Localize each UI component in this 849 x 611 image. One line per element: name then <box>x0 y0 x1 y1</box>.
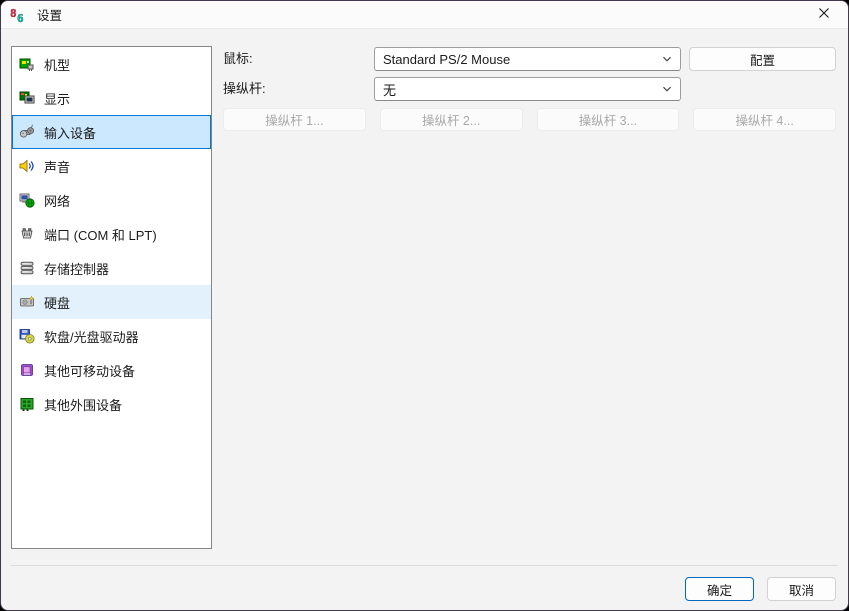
sidebar-item-label: 机型 <box>44 55 70 74</box>
close-button[interactable] <box>802 1 846 28</box>
sidebar-item-label: 网络 <box>44 191 70 210</box>
sidebar-item-floppy-cd[interactable]: 软盘/光盘驱动器 <box>12 319 211 353</box>
category-list: 机型 显示 <box>11 46 212 549</box>
mouse-select[interactable]: Standard PS/2 Mouse <box>374 47 681 71</box>
title-bar: 8 6 设置 <box>1 1 848 29</box>
sidebar-item-machine[interactable]: 机型 <box>12 47 211 81</box>
sidebar-item-input-devices[interactable]: 输入设备 <box>12 115 211 149</box>
joystick-3-button[interactable]: 操纵杆 3... <box>537 108 680 131</box>
window-title: 设置 <box>37 5 62 24</box>
sidebar-item-label: 端口 (COM 和 LPT) <box>44 225 157 244</box>
ok-button[interactable]: 确定 <box>685 577 754 601</box>
joystick-label: 操纵杆: <box>223 77 266 101</box>
chevron-down-icon <box>661 83 673 95</box>
settings-dialog: 8 6 设置 机型 <box>0 0 849 611</box>
display-icon <box>19 90 35 106</box>
sidebar-item-storage-controllers[interactable]: 存储控制器 <box>12 251 211 285</box>
joystick-select-value: 无 <box>383 80 396 99</box>
joystick-4-button[interactable]: 操纵杆 4... <box>693 108 836 131</box>
sound-icon <box>19 158 35 174</box>
sidebar-item-label: 软盘/光盘驱动器 <box>44 327 139 346</box>
close-icon <box>818 7 830 22</box>
joystick-buttons-row: 操纵杆 1... 操纵杆 2... 操纵杆 3... 操纵杆 4... <box>223 108 836 131</box>
joystick-2-button[interactable]: 操纵杆 2... <box>380 108 523 131</box>
sidebar-item-hard-disk[interactable]: 硬盘 <box>12 285 211 319</box>
mouse-label: 鼠标: <box>223 47 253 71</box>
sidebar-item-label: 存储控制器 <box>44 259 109 278</box>
app-86box-logo-icon: 8 6 <box>10 7 28 23</box>
hard-disk-icon <box>19 294 35 310</box>
svg-text:6: 6 <box>17 12 24 23</box>
sidebar-item-sound[interactable]: 声音 <box>12 149 211 183</box>
sidebar-item-ports[interactable]: 端口 (COM 和 LPT) <box>12 217 211 251</box>
sidebar-item-removable-devices[interactable]: 其他可移动设备 <box>12 353 211 387</box>
input-devices-icon <box>19 124 35 140</box>
configure-button[interactable]: 配置 <box>689 47 836 71</box>
sidebar-item-peripherals[interactable]: 其他外围设备 <box>12 387 211 421</box>
floppy-cd-icon <box>19 328 35 344</box>
joystick-1-button[interactable]: 操纵杆 1... <box>223 108 366 131</box>
sidebar-item-label: 硬盘 <box>44 293 70 312</box>
sidebar-item-network[interactable]: 网络 <box>12 183 211 217</box>
ports-icon <box>19 226 35 242</box>
peripherals-icon <box>19 396 35 412</box>
mouse-select-value: Standard PS/2 Mouse <box>383 52 510 67</box>
svg-text:8: 8 <box>10 7 17 20</box>
machine-icon <box>19 56 35 72</box>
joystick-select[interactable]: 无 <box>374 77 681 101</box>
sidebar-item-label: 输入设备 <box>44 123 96 142</box>
cancel-button[interactable]: 取消 <box>767 577 836 601</box>
footer-separator <box>11 565 838 566</box>
sidebar-item-label: 声音 <box>44 157 70 176</box>
removable-devices-icon <box>19 362 35 378</box>
sidebar-item-display[interactable]: 显示 <box>12 81 211 115</box>
storage-controllers-icon <box>19 260 35 276</box>
sidebar-item-label: 其他可移动设备 <box>44 361 135 380</box>
sidebar-item-label: 显示 <box>44 89 70 108</box>
network-icon <box>19 192 35 208</box>
chevron-down-icon <box>661 53 673 65</box>
sidebar-item-label: 其他外围设备 <box>44 395 122 414</box>
